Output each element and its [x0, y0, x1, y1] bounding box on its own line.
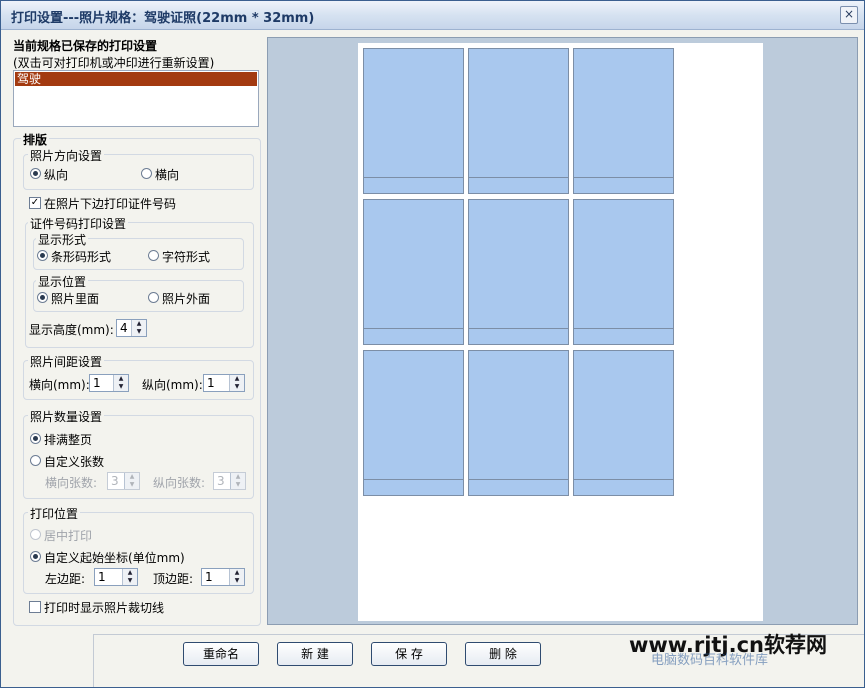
- list-item[interactable]: 驾驶: [15, 72, 257, 86]
- barcode-radio[interactable]: [37, 250, 48, 261]
- portrait-radio[interactable]: [30, 168, 41, 179]
- barcode-label[interactable]: 条形码形式: [51, 248, 111, 265]
- count-h-stepper[interactable]: 3 ▲ ▼: [107, 472, 140, 490]
- spacing-h-label: 横向(mm):: [29, 378, 90, 392]
- height-value: 4: [120, 321, 128, 335]
- top-margin-stepper[interactable]: 1 ▲ ▼: [201, 568, 245, 586]
- text-form-label[interactable]: 字符形式: [162, 248, 210, 265]
- title-bar[interactable]: 打印设置---照片规格：驾驶证照(22mm * 32mm) ×: [1, 1, 864, 30]
- custom-count-radio[interactable]: [30, 455, 41, 466]
- spacing-h-value: 1: [93, 376, 101, 390]
- inside-label[interactable]: 照片里面: [51, 290, 99, 307]
- custom-origin-label[interactable]: 自定义起始坐标(单位mm): [44, 549, 185, 566]
- rename-button[interactable]: 重命名: [183, 642, 259, 666]
- spacing-v-label: 纵向(mm):: [142, 378, 203, 392]
- up-arrow-icon[interactable]: ▲: [230, 375, 244, 383]
- photo-slot: [363, 48, 464, 194]
- down-arrow-icon[interactable]: ▼: [231, 481, 245, 489]
- id-settings-title: 证件号码打印设置: [28, 215, 129, 232]
- photo-slot: [573, 350, 674, 496]
- center-radio[interactable]: [30, 529, 41, 540]
- window-title: 打印设置---照片规格：驾驶证照(22mm * 32mm): [11, 11, 315, 26]
- photo-slot: [363, 350, 464, 496]
- custom-origin-radio[interactable]: [30, 551, 41, 562]
- spacing-v-value: 1: [207, 376, 215, 390]
- fill-page-radio[interactable]: [30, 433, 41, 444]
- left-margin-value: 1: [98, 570, 106, 584]
- down-arrow-icon[interactable]: ▼: [123, 577, 137, 585]
- new-button[interactable]: 新 建: [277, 642, 353, 666]
- custom-count-label[interactable]: 自定义张数: [44, 453, 104, 470]
- left-margin-label: 左边距:: [45, 572, 86, 586]
- down-arrow-icon[interactable]: ▼: [230, 383, 244, 391]
- photo-slot: [573, 48, 674, 194]
- position-title: 打印位置: [28, 505, 81, 522]
- top-margin-value: 1: [205, 570, 213, 584]
- down-arrow-icon[interactable]: ▼: [114, 383, 128, 391]
- down-arrow-icon[interactable]: ▼: [132, 328, 146, 336]
- saved-settings-title: 当前规格已保存的打印设置: [13, 39, 158, 53]
- watermark-sub: 电脑数码百科软件库: [651, 653, 769, 668]
- top-margin-label: 顶边距:: [153, 572, 194, 586]
- text-form-radio[interactable]: [148, 250, 159, 261]
- up-arrow-icon[interactable]: ▲: [114, 375, 128, 383]
- inside-radio[interactable]: [37, 292, 48, 303]
- cutline-checkbox[interactable]: [29, 601, 41, 613]
- print-id-checkbox[interactable]: ✓: [29, 197, 41, 209]
- count-h-value: 3: [111, 474, 119, 488]
- print-settings-dialog: 打印设置---照片规格：驾驶证照(22mm * 32mm) × 当前规格已保存的…: [0, 0, 865, 688]
- down-arrow-icon[interactable]: ▼: [125, 481, 139, 489]
- spacing-title: 照片间距设置: [28, 353, 105, 370]
- spacing-h-stepper[interactable]: 1 ▲ ▼: [89, 374, 129, 392]
- delete-button[interactable]: 删 除: [465, 642, 541, 666]
- saved-settings-hint: (双击可对打印机或冲印进行重新设置): [13, 56, 215, 70]
- orientation-title: 照片方向设置: [28, 147, 105, 164]
- layout-title: 排版: [21, 131, 50, 148]
- left-margin-stepper[interactable]: 1 ▲ ▼: [94, 568, 138, 586]
- up-arrow-icon[interactable]: ▲: [231, 473, 245, 481]
- print-id-label[interactable]: 在照片下边打印证件号码: [44, 195, 176, 212]
- count-v-stepper[interactable]: 3 ▲ ▼: [213, 472, 246, 490]
- outside-radio[interactable]: [148, 292, 159, 303]
- up-arrow-icon[interactable]: ▲: [230, 569, 244, 577]
- up-arrow-icon[interactable]: ▲: [132, 320, 146, 328]
- count-h-label: 横向张数:: [45, 476, 98, 490]
- paper-sheet: [358, 43, 763, 621]
- spacing-v-stepper[interactable]: 1 ▲ ▼: [203, 374, 245, 392]
- display-form-title: 显示形式: [36, 231, 89, 248]
- save-button[interactable]: 保 存: [371, 642, 447, 666]
- count-v-value: 3: [217, 474, 225, 488]
- landscape-radio[interactable]: [141, 168, 152, 179]
- landscape-label[interactable]: 横向: [155, 166, 179, 183]
- print-preview: [267, 37, 858, 625]
- display-position-title: 显示位置: [36, 273, 89, 290]
- photo-slot: [468, 350, 569, 496]
- height-label: 显示高度(mm):: [29, 323, 114, 337]
- portrait-label[interactable]: 纵向: [44, 166, 68, 183]
- center-label[interactable]: 居中打印: [44, 527, 92, 544]
- fill-page-label[interactable]: 排满整页: [44, 431, 92, 448]
- height-stepper[interactable]: 4 ▲ ▼: [116, 319, 147, 337]
- close-button[interactable]: ×: [840, 6, 858, 24]
- photo-slot: [363, 199, 464, 345]
- count-v-label: 纵向张数:: [153, 476, 206, 490]
- photo-slot: [573, 199, 674, 345]
- outside-label[interactable]: 照片外面: [162, 290, 210, 307]
- count-title: 照片数量设置: [28, 408, 105, 425]
- up-arrow-icon[interactable]: ▲: [125, 473, 139, 481]
- saved-settings-list[interactable]: 驾驶: [13, 70, 259, 127]
- down-arrow-icon[interactable]: ▼: [230, 577, 244, 585]
- cutline-label[interactable]: 打印时显示照片裁切线: [44, 599, 164, 616]
- photo-slot: [468, 48, 569, 194]
- photo-slot: [468, 199, 569, 345]
- up-arrow-icon[interactable]: ▲: [123, 569, 137, 577]
